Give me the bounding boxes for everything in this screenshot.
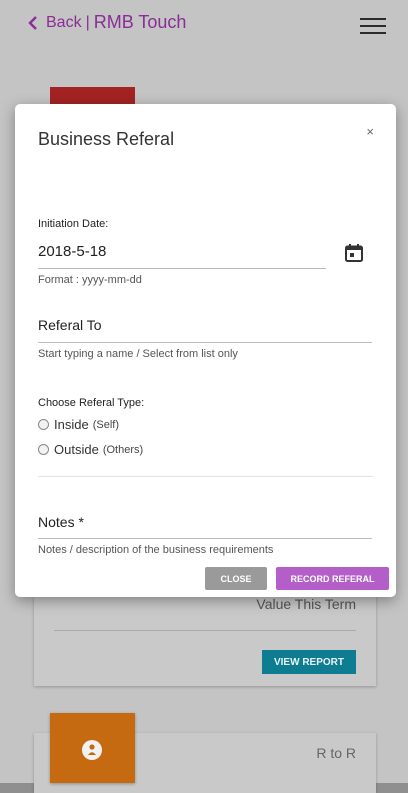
close-icon[interactable]: × <box>366 124 374 139</box>
value-this-term-label: Value This Term <box>256 596 356 612</box>
radio-inside-label: Inside <box>54 417 89 432</box>
radio-outside-label: Outside <box>54 442 99 457</box>
modal-title: Business Referal <box>38 129 175 149</box>
referal-to-input[interactable]: Referal To <box>38 317 102 333</box>
radio-inside-circle[interactable] <box>38 419 49 430</box>
view-report-button[interactable]: VIEW REPORT <box>262 650 356 674</box>
app-screen: Back | RMB Touch Value This Term VIEW RE… <box>0 0 408 793</box>
radio-inside-sub: (Self) <box>92 418 119 431</box>
referal-to-underline <box>38 342 372 343</box>
person-icon <box>82 740 102 760</box>
app-header: Back | RMB Touch <box>0 0 408 48</box>
initiation-date-underline <box>38 268 326 269</box>
section-divider <box>38 476 373 477</box>
title-separator: | <box>85 13 90 31</box>
notes-hint: Notes / description of the business requ… <box>38 544 274 556</box>
chevron-left-icon <box>28 15 37 30</box>
close-button[interactable]: CLOSE <box>205 567 267 590</box>
business-referal-modal: Business Referal × Initiation Date: 2018… <box>15 104 396 597</box>
initiation-date-input[interactable]: 2018-5-18 <box>38 243 106 260</box>
radio-inside[interactable]: Inside (Self) <box>38 417 119 432</box>
card-divider <box>54 630 356 631</box>
referal-type-label: Choose Referal Type: <box>38 397 145 409</box>
app-title: RMB Touch <box>93 12 187 32</box>
notes-input[interactable]: Notes * <box>38 514 84 530</box>
radio-outside[interactable]: Outside (Others) <box>38 442 143 457</box>
record-referal-button[interactable]: RECORD REFERAL <box>276 567 389 590</box>
radio-outside-circle[interactable] <box>38 444 49 455</box>
hamburger-menu-icon[interactable] <box>360 18 386 36</box>
back-link[interactable]: Back | RMB Touch <box>26 12 186 33</box>
initiation-date-label: Initiation Date: <box>38 218 109 230</box>
referal-to-hint: Start typing a name / Select from list o… <box>38 348 238 360</box>
notes-underline <box>38 538 372 539</box>
back-label: Back <box>46 13 82 31</box>
radio-outside-sub: (Others) <box>102 443 144 456</box>
calendar-icon[interactable] <box>345 244 363 262</box>
r-to-r-label: R to R <box>316 745 356 761</box>
initiation-date-hint: Format : yyyy-mm-dd <box>38 274 142 286</box>
